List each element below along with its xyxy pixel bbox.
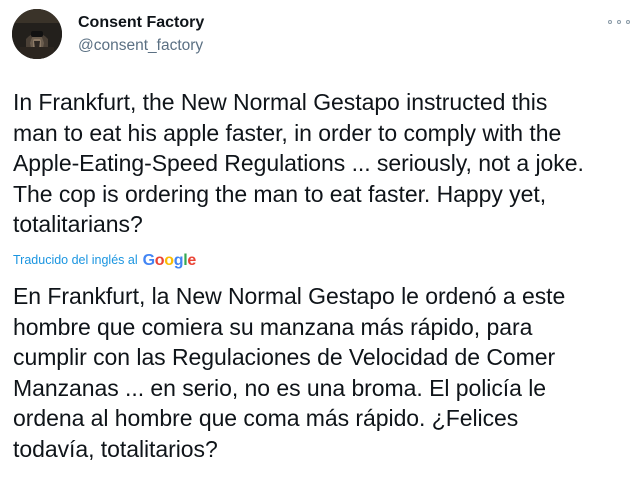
- dot: [608, 20, 612, 24]
- user-handle[interactable]: @consent_factory: [78, 37, 203, 55]
- google-logo-letter: o: [164, 252, 174, 269]
- translation-label[interactable]: Traducido del inglés al: [13, 253, 138, 267]
- more-options-icon[interactable]: [608, 14, 630, 30]
- tweet-card: Consent Factory @consent_factory In Fran…: [0, 0, 640, 477]
- display-name[interactable]: Consent Factory: [78, 14, 204, 32]
- tweet-text-original: In Frankfurt, the New Normal Gestapo ins…: [13, 89, 584, 237]
- avatar[interactable]: [12, 9, 62, 59]
- tweet-text-translated: En Frankfurt, la New Normal Gestapo le o…: [13, 283, 566, 462]
- google-logo-letter: o: [154, 252, 165, 269]
- google-logo: Google: [142, 252, 197, 270]
- google-logo-letter: g: [173, 252, 184, 269]
- translation-attribution: Traducido del inglés al Google: [13, 249, 196, 271]
- dot: [617, 20, 621, 24]
- dot: [626, 20, 630, 24]
- google-logo-letter: e: [187, 252, 196, 269]
- avatar-image: [12, 9, 62, 59]
- google-logo-letter: G: [142, 252, 155, 269]
